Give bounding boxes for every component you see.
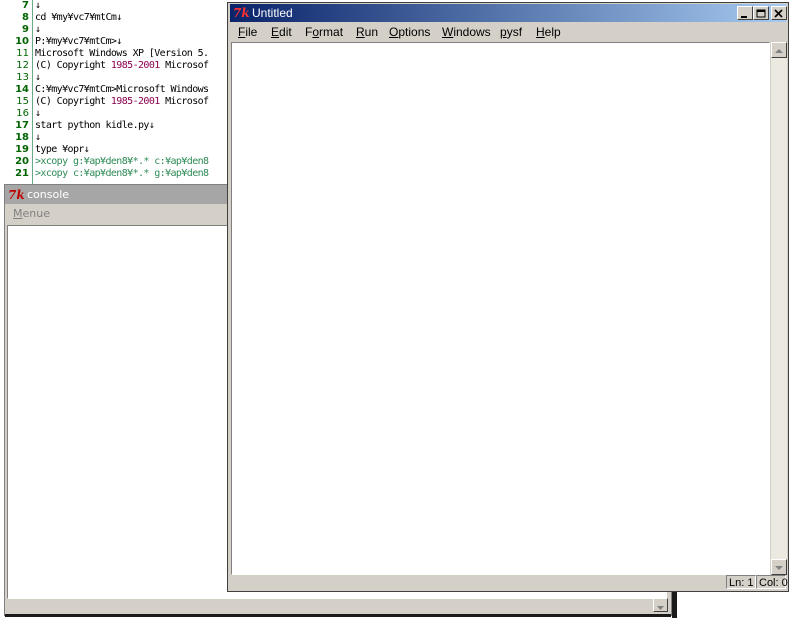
line-number: 18 bbox=[15, 132, 29, 143]
editor-line: 8 cd ¥my¥vc7¥mtCm↓ bbox=[0, 12, 240, 24]
scroll-down-button[interactable] bbox=[771, 559, 787, 575]
menu-help[interactable]: Help bbox=[536, 22, 561, 43]
editor-line: 17 start python kidle.py↓ bbox=[0, 120, 240, 132]
line-text: ↓ bbox=[35, 24, 41, 35]
menu-edit[interactable]: Edit bbox=[271, 22, 292, 43]
chevron-down-icon bbox=[657, 606, 664, 610]
editor-line: 21 >xcopy c:¥ap¥den8¥*.* g:¥ap¥den8 bbox=[0, 168, 240, 180]
line-text: >xcopy c:¥ap¥den8¥*.* g:¥ap¥den8 bbox=[35, 168, 209, 179]
untitled-window: 7k Untitled File Edit Format Run Options… bbox=[227, 2, 789, 592]
editor-line: 19 type ¥opr↓ bbox=[0, 144, 240, 156]
line-text: >xcopy g:¥ap¥den8¥*.* c:¥ap¥den8 bbox=[35, 156, 209, 167]
editor-line: 7 ↓ bbox=[0, 0, 240, 12]
chevron-up-icon bbox=[775, 49, 783, 53]
menu-menue[interactable]: Menue bbox=[13, 204, 50, 224]
editor-line: 15 (C) Copyright 1985-2001 Microsof bbox=[0, 96, 240, 108]
untitled-menubar: File Edit Format Run Options Windows pys… bbox=[230, 22, 786, 43]
status-column-number: Col: 0 bbox=[756, 575, 788, 589]
line-number: 16 bbox=[16, 108, 29, 119]
line-text: (C) Copyright 1985-2001 Microsof bbox=[35, 96, 209, 107]
editor-line: 11 Microsoft Windows XP [Version 5. bbox=[0, 48, 240, 60]
line-text: cd ¥my¥vc7¥mtCm↓ bbox=[35, 12, 122, 23]
menu-format[interactable]: Format bbox=[305, 22, 343, 43]
editor-line: 14 C:¥my¥vc7¥mtCm>Microsoft Windows bbox=[0, 84, 240, 96]
line-number: 8 bbox=[22, 12, 29, 23]
line-text: ↓ bbox=[35, 108, 41, 119]
editor-line: 13 ↓ bbox=[0, 72, 240, 84]
chevron-down-icon bbox=[775, 566, 783, 570]
line-number: 12 bbox=[16, 60, 29, 71]
editor-text-area[interactable] bbox=[231, 42, 770, 575]
minimize-icon bbox=[741, 16, 747, 18]
line-number: 11 bbox=[16, 48, 29, 59]
editor-line: 20 >xcopy g:¥ap¥den8¥*.* c:¥ap¥den8 bbox=[0, 156, 240, 168]
close-icon bbox=[774, 9, 783, 18]
minimize-button[interactable] bbox=[737, 6, 753, 20]
menu-run[interactable]: Run bbox=[356, 22, 378, 43]
console-title: console bbox=[27, 188, 70, 201]
line-text: ↓ bbox=[35, 72, 41, 83]
window-edge bbox=[672, 592, 677, 618]
line-text: Microsoft Windows XP [Version 5. bbox=[35, 48, 209, 59]
line-number: 14 bbox=[15, 84, 29, 95]
maximize-icon bbox=[756, 9, 766, 18]
menu-file[interactable]: File bbox=[238, 22, 257, 43]
line-text: ↓ bbox=[35, 132, 41, 143]
menu-options[interactable]: Options bbox=[389, 22, 430, 43]
close-button[interactable] bbox=[771, 6, 787, 20]
line-number: 21 bbox=[15, 168, 29, 179]
editor-line: 12 (C) Copyright 1985-2001 Microsof bbox=[0, 60, 240, 72]
menu-windows[interactable]: Windows bbox=[442, 22, 491, 43]
svg-text:7k: 7k bbox=[8, 188, 24, 201]
line-number: 17 bbox=[15, 120, 29, 131]
scroll-up-button[interactable] bbox=[771, 42, 787, 58]
line-number: 19 bbox=[15, 144, 29, 155]
line-text: start python kidle.py↓ bbox=[35, 120, 155, 131]
editor-line: 16 ↓ bbox=[0, 108, 240, 120]
svg-text:7k: 7k bbox=[233, 6, 249, 19]
line-number: 9 bbox=[22, 24, 29, 35]
maximize-button[interactable] bbox=[753, 6, 769, 20]
editor-line: 18 ↓ bbox=[0, 132, 240, 144]
line-text: (C) Copyright 1985-2001 Microsof bbox=[35, 60, 209, 71]
editor-line: 9 ↓ bbox=[0, 24, 240, 36]
line-text: type ¥opr↓ bbox=[35, 144, 90, 155]
line-number: 10 bbox=[15, 36, 29, 47]
status-bar: Ln: 1 Col: 0 bbox=[230, 575, 788, 590]
vertical-scrollbar[interactable] bbox=[771, 42, 787, 575]
line-number: 20 bbox=[15, 156, 29, 167]
status-line-number: Ln: 1 bbox=[726, 575, 756, 589]
line-text: ↓ bbox=[35, 0, 41, 11]
line-number: 13 bbox=[16, 72, 29, 83]
line-number: 7 bbox=[22, 0, 29, 11]
menu-pysf[interactable]: pysf bbox=[500, 22, 522, 43]
untitled-title-bar[interactable]: 7k Untitled bbox=[230, 4, 787, 22]
window-title: Untitled bbox=[252, 6, 293, 20]
line-number: 15 bbox=[16, 96, 29, 107]
editor-line: 10 P:¥my¥vc7¥mtCm>↓ bbox=[0, 36, 240, 48]
line-text: P:¥my¥vc7¥mtCm>↓ bbox=[35, 36, 122, 47]
line-text: C:¥my¥vc7¥mtCm>Microsoft Windows bbox=[35, 84, 209, 95]
console-scroll-down-button[interactable] bbox=[653, 598, 668, 612]
console-bottom-border bbox=[5, 614, 671, 617]
